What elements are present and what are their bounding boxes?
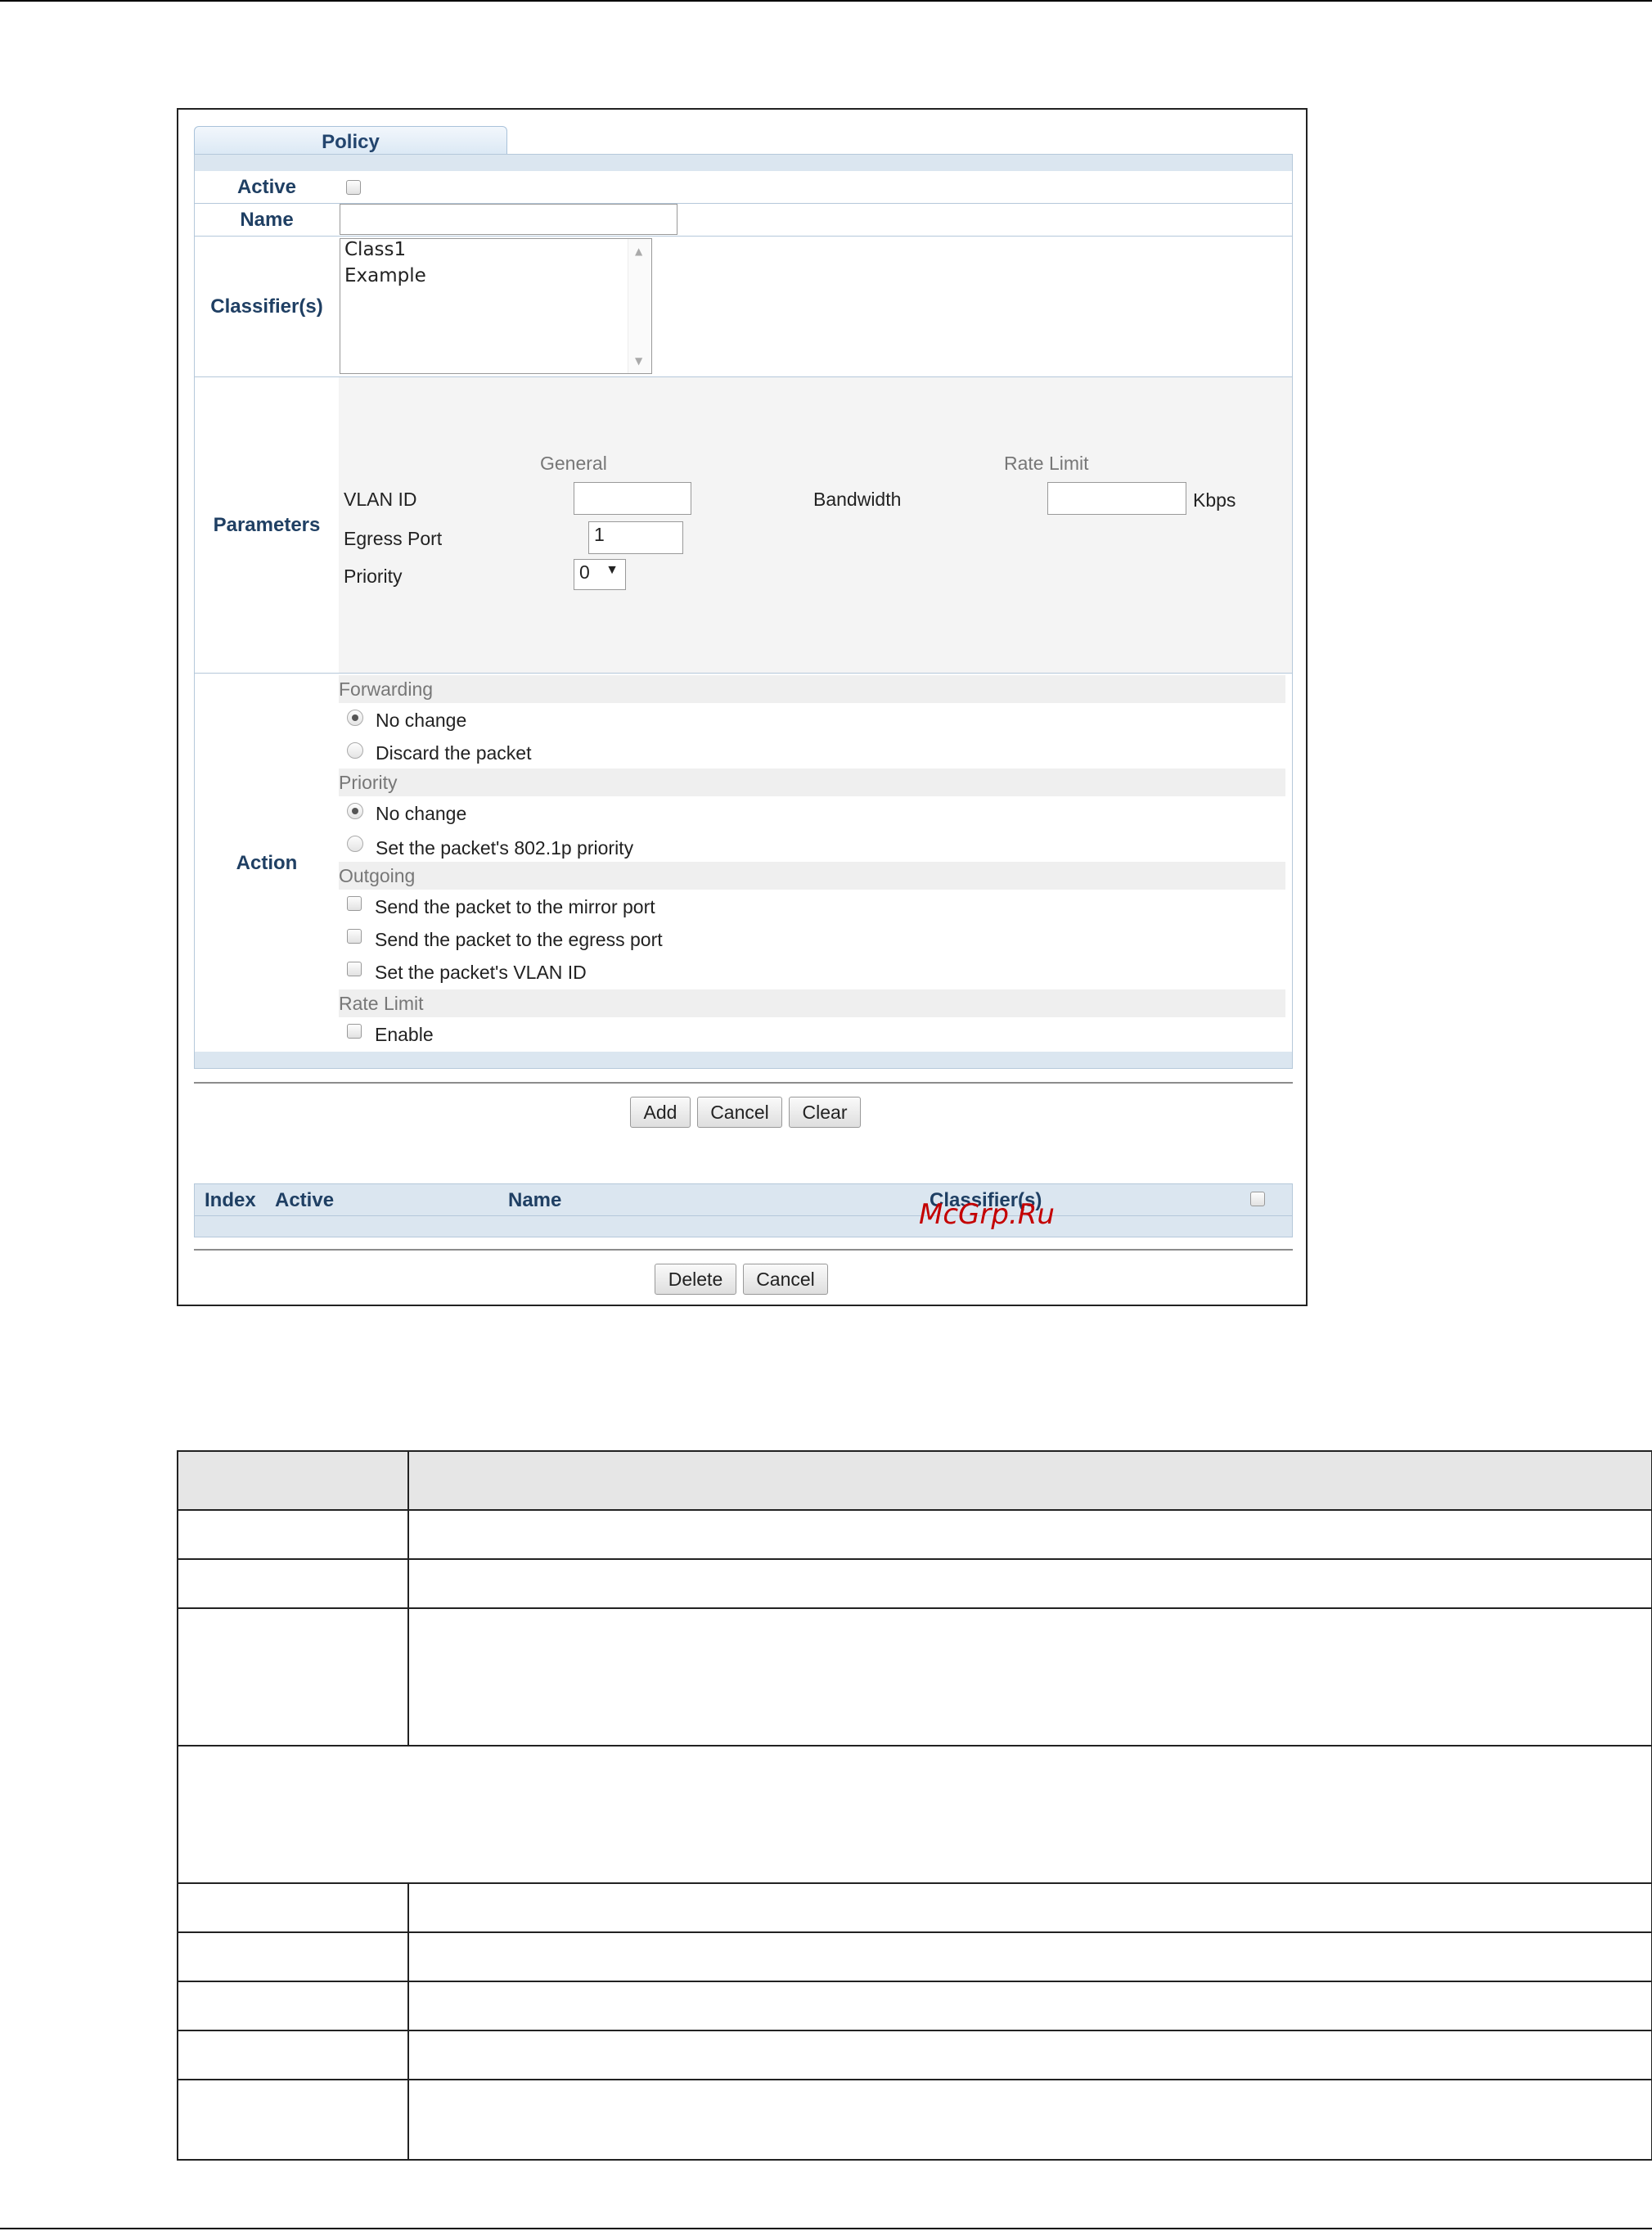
delete-button[interactable]: Delete: [655, 1264, 736, 1295]
action-row: Action Forwarding No change Discard the …: [195, 674, 1292, 1053]
policy-table-header: Index Active Name Classifier(s): [194, 1183, 1293, 1216]
cancel-button[interactable]: Cancel: [697, 1097, 782, 1128]
name-row: Name: [195, 204, 1292, 237]
table-row: [177, 1745, 1652, 1882]
egress-port-checkbox[interactable]: [347, 929, 362, 944]
watermark: McGrp.Ru: [919, 1198, 1055, 1231]
active-checkbox[interactable]: [346, 180, 361, 195]
table-row: [177, 1509, 1652, 1558]
table-row: [177, 1558, 1652, 1607]
policy-table-body: [194, 1216, 1293, 1237]
egress-port-input[interactable]: 1: [588, 521, 683, 554]
select-all-checkbox[interactable]: [1250, 1192, 1265, 1206]
scroll-down-icon[interactable]: ▼: [635, 355, 642, 367]
parameters-row: Parameters General Rate Limit VLAN ID Ba…: [195, 377, 1292, 674]
tab-policy[interactable]: Policy: [194, 126, 507, 157]
priority-no-change-label: No change: [376, 803, 467, 824]
page-bottom-rule: [0, 2228, 1652, 2229]
forwarding-no-change-radio[interactable]: [347, 710, 363, 726]
scroll-up-icon[interactable]: ▲: [635, 246, 642, 257]
egress-port-label: Egress Port: [344, 528, 443, 549]
priority-select[interactable]: 0 ▼: [574, 559, 626, 590]
classifiers-row: Classifier(s) Class1 Example ▲ ▼: [195, 237, 1292, 377]
priority-set-label: Set the packet's 802.1p priority: [376, 837, 634, 859]
rate-limit-title: Rate Limit: [1004, 453, 1089, 474]
priority-set-radio[interactable]: [347, 836, 363, 852]
screenshot-frame: Policy Active Name Classifier(s) Class1 …: [177, 108, 1308, 1306]
table-row: [177, 1607, 1652, 1745]
page-top-rule: [0, 0, 1652, 2]
classifier-option[interactable]: Example: [344, 265, 426, 286]
table-row: [177, 2030, 1652, 2079]
forwarding-discard-radio[interactable]: [347, 742, 363, 759]
outgoing-section-title: Outgoing: [339, 862, 1285, 890]
priority-section-title: Priority: [339, 768, 1285, 796]
table-row: [177, 2079, 1652, 2161]
action-label: Action: [236, 852, 298, 874]
column-active: Active: [275, 1189, 335, 1211]
bandwidth-label: Bandwidth: [813, 489, 902, 510]
rate-limit-enable-label: Enable: [375, 1024, 434, 1045]
column-index: Index: [205, 1189, 256, 1211]
priority-select-value: 0: [579, 561, 590, 583]
table-row: [177, 1981, 1652, 2030]
bandwidth-input[interactable]: [1047, 482, 1186, 515]
active-label: Active: [236, 175, 297, 198]
vlan-id-checkbox[interactable]: [347, 962, 362, 976]
name-input[interactable]: [340, 204, 677, 235]
column-name: Name: [508, 1189, 562, 1211]
rate-limit-enable-checkbox[interactable]: [347, 1024, 362, 1039]
add-button[interactable]: Add: [630, 1097, 691, 1128]
forwarding-no-change-label: No change: [376, 710, 467, 731]
rate-limit-section-title: Rate Limit: [339, 989, 1285, 1017]
listbox-scrollbar[interactable]: ▲ ▼: [628, 239, 651, 373]
egress-port-option-label: Send the packet to the egress port: [375, 929, 663, 950]
vlan-id-option-label: Set the packet's VLAN ID: [375, 962, 587, 983]
table-row: [177, 1882, 1652, 1931]
policy-form: Active Name Classifier(s) Class1 Example…: [194, 154, 1293, 1069]
priority-no-change-radio[interactable]: [347, 803, 363, 819]
classifiers-label: Classifier(s): [210, 295, 323, 318]
mirror-port-label: Send the packet to the mirror port: [375, 896, 655, 917]
classifier-option[interactable]: Class1: [344, 239, 406, 260]
name-label: Name: [240, 208, 294, 231]
classifiers-listbox[interactable]: Class1 Example ▲ ▼: [340, 238, 652, 374]
dropdown-arrow-icon: ▼: [605, 563, 619, 577]
bandwidth-unit: Kbps: [1193, 489, 1236, 511]
general-title: General: [540, 453, 607, 474]
divider: [194, 1249, 1293, 1251]
cancel-delete-button[interactable]: Cancel: [743, 1264, 828, 1295]
vlan-id-label: VLAN ID: [344, 489, 417, 510]
forwarding-section-title: Forwarding: [339, 675, 1285, 703]
parameters-label: Parameters: [213, 513, 321, 536]
divider: [194, 1082, 1293, 1084]
vlan-id-input[interactable]: [574, 482, 691, 515]
forwarding-discard-label: Discard the packet: [376, 742, 532, 764]
table-header-row: [177, 1450, 1652, 1509]
active-row: Active: [195, 171, 1292, 204]
form-bottom-band: [195, 1052, 1292, 1068]
mirror-port-checkbox[interactable]: [347, 896, 362, 911]
table-row: [177, 1931, 1652, 1981]
clear-button[interactable]: Clear: [789, 1097, 861, 1128]
priority-label: Priority: [344, 566, 403, 587]
form-top-band: [195, 155, 1292, 171]
